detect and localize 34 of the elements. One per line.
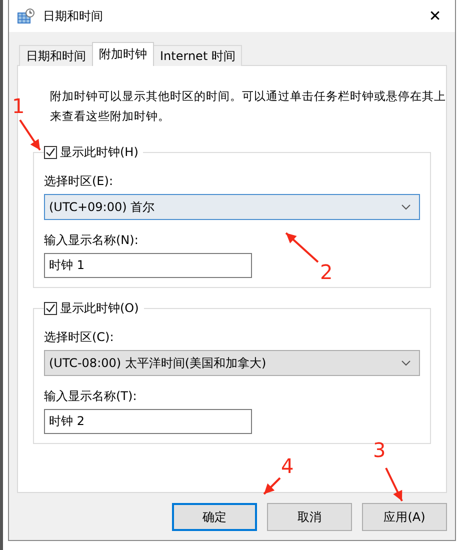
name-input-field[interactable]: 时钟 1 xyxy=(44,253,252,278)
show-clock-checkbox[interactable]: 显示此时钟(H) xyxy=(44,144,144,161)
checkbox-label: 显示此时钟(O) xyxy=(60,300,139,317)
timezone-dropdown[interactable]: (UTC-08:00) 太平洋时间(美国和加拿大) xyxy=(44,350,420,376)
tab[interactable]: 日期和时间 xyxy=(19,45,93,66)
timezone-dropdown[interactable]: (UTC+09:00) 首尔 xyxy=(44,194,420,220)
window-title: 日期和时间 xyxy=(43,8,104,24)
annotation-number: 2 xyxy=(320,262,333,282)
dialog-button[interactable]: 取消 xyxy=(267,503,352,531)
field-label: 输入显示名称(T): xyxy=(44,388,137,405)
field-label: 选择时区(C): xyxy=(44,329,114,346)
tab[interactable]: 附加时钟 xyxy=(92,42,154,66)
checkbox[interactable] xyxy=(44,302,57,315)
annotation-arrow xyxy=(385,468,403,502)
description-text: 附加时钟可以显示其他时区的时间。可以通过单击任务栏时钟或悬停在其上来查看这些附加时钟。 xyxy=(50,88,446,125)
calendar-clock-icon xyxy=(17,8,35,24)
annotation-arrow xyxy=(19,119,41,151)
annotation-arrow xyxy=(285,232,319,263)
field-label: 输入显示名称(N): xyxy=(44,232,138,249)
annotation-number: 4 xyxy=(281,456,294,476)
tab[interactable]: Internet 时间 xyxy=(153,45,242,66)
close-button[interactable]: ✕ xyxy=(415,0,455,32)
chevron-down-icon xyxy=(401,360,411,366)
checkbox-label: 显示此时钟(H) xyxy=(60,144,138,161)
show-clock-checkbox[interactable]: 显示此时钟(O) xyxy=(44,300,144,317)
annotation-arrow xyxy=(263,477,281,495)
annotation-number: 1 xyxy=(12,96,25,116)
field-label: 选择时区(E): xyxy=(44,173,113,190)
dialog-button[interactable]: 应用(A) xyxy=(362,503,447,531)
chevron-down-icon xyxy=(401,204,411,210)
name-input-field[interactable]: 时钟 2 xyxy=(44,409,252,434)
dialog-button[interactable]: 确定 xyxy=(172,503,257,531)
checkbox[interactable] xyxy=(44,146,57,159)
annotation-number: 3 xyxy=(373,440,386,460)
